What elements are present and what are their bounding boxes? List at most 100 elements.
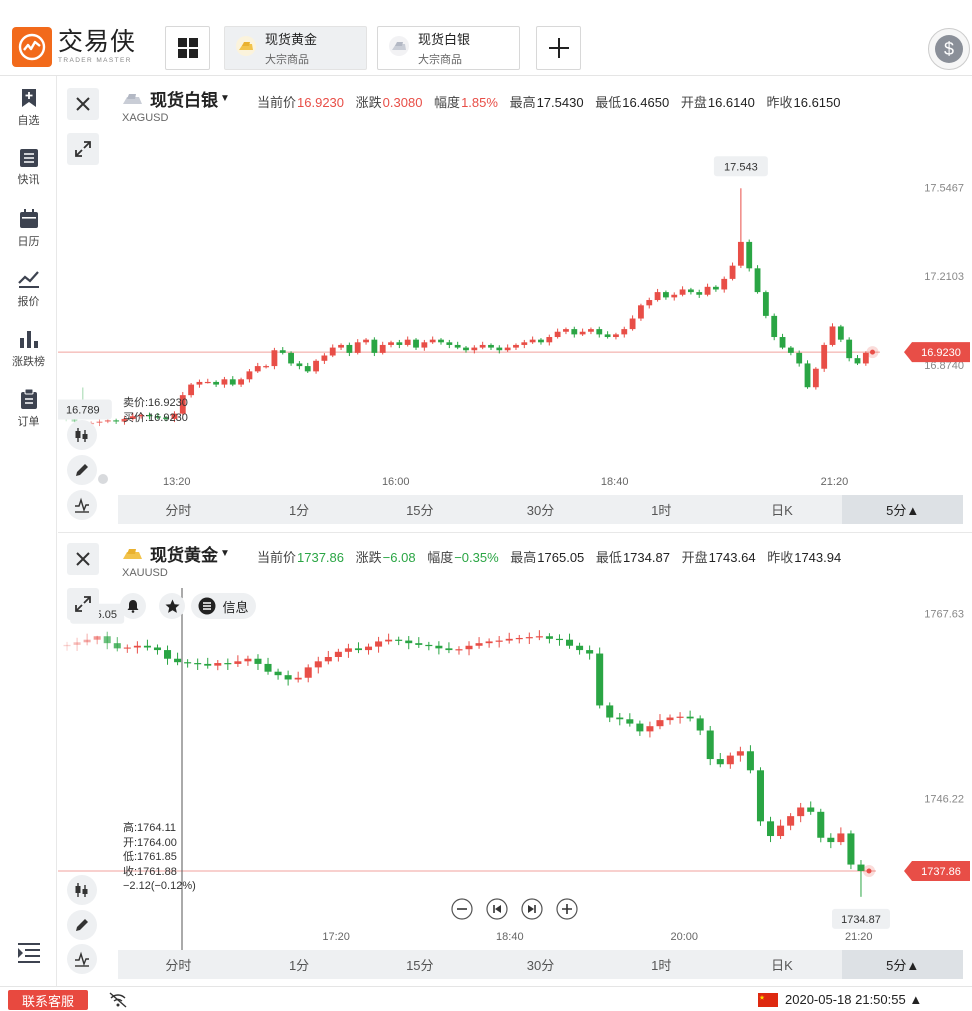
expand-chart-button[interactable] [67, 588, 99, 620]
symbol-code: XAGUSD [122, 112, 169, 124]
currency-button[interactable]: $ [928, 28, 970, 70]
tf-1min[interactable]: 1分 [239, 495, 360, 524]
alert-button[interactable] [120, 593, 146, 619]
silver-bar-icon [123, 93, 142, 104]
grid-menu-button[interactable] [165, 26, 210, 70]
close-chart-button[interactable] [67, 88, 99, 120]
candle-body [471, 347, 478, 351]
sidebar-collapse-button[interactable] [0, 942, 57, 964]
tf-1hour[interactable]: 1时 [601, 950, 722, 979]
close-chart-button[interactable] [67, 543, 99, 575]
candle-body [213, 381, 220, 385]
candle-body [737, 241, 744, 266]
info-button-label: 信息 [222, 599, 249, 615]
expand-chart-button[interactable] [67, 133, 99, 165]
candle-body [445, 648, 453, 651]
silver-chart[interactable]: 17.546717.210316.874013:20 16:00 18:40 21:2… [58, 78, 972, 530]
tf-5min[interactable]: 5分▲ [842, 495, 964, 524]
symbol-selector[interactable]: 现货黄金 ▼ XAUUSD [122, 541, 230, 579]
candle-body [279, 350, 286, 353]
candlestick-icon [75, 428, 88, 442]
candle-body [779, 337, 786, 348]
x-tick-label: 18:40 [496, 931, 524, 943]
tf-5min[interactable]: 5分▲ [842, 950, 964, 979]
candle-body [613, 334, 619, 338]
tab-silver[interactable]: 现货白银 大宗商品 [377, 26, 520, 70]
candle-body [804, 363, 811, 388]
skip-to-start-icon[interactable] [486, 898, 508, 920]
sidebar-item-calendar[interactable]: 日历 [0, 209, 57, 249]
china-flag-icon [758, 992, 778, 1007]
candle-body [654, 292, 661, 301]
indicator-button[interactable] [67, 490, 97, 520]
tab-gold-name: 现货黄金 [265, 32, 318, 47]
favorite-button[interactable] [159, 593, 185, 619]
dollar-icon: $ [935, 35, 963, 63]
add-tab-button[interactable] [536, 26, 581, 70]
tf-daily[interactable]: 日K [722, 495, 843, 524]
app-logo[interactable]: 交易侠 TRADER MASTER [12, 27, 136, 67]
timeframe-bar: 分时 1分 15分 30分 1时 日K 5分▲ [118, 495, 964, 524]
sidebar-item-quotes[interactable]: 报价 [0, 269, 57, 309]
x-tick-label: 20:00 [671, 931, 699, 943]
candlestick-icon [75, 883, 88, 897]
x-tick-label: 21:20 [821, 476, 849, 488]
indicator-button[interactable] [67, 944, 97, 974]
grid-icon [177, 38, 198, 58]
sidebar-item-label: 快讯 [17, 174, 40, 186]
tf-15min[interactable]: 15分 [359, 950, 480, 979]
skip-to-end-icon[interactable] [521, 898, 543, 920]
info-button[interactable]: 信息 [191, 593, 256, 619]
tf-timeshare[interactable]: 分时 [118, 950, 239, 979]
zoom-in-icon[interactable] [556, 898, 578, 920]
quote-strip: 当前价16.9230 涨跌0.3080 幅度1.85% 最高17.5430 最低… [257, 92, 849, 111]
candle-body [686, 716, 694, 719]
min-price-label: 16.789 [66, 404, 100, 416]
tf-1hour[interactable]: 1时 [601, 495, 722, 524]
candle-body [571, 329, 578, 335]
candle-body [174, 658, 182, 663]
indicator-icon [75, 497, 89, 513]
datetime-display[interactable]: 2020‑05‑18 21:50:55 ▲ [758, 992, 922, 1007]
candle-body [194, 663, 202, 665]
quote-percent: 幅度1.85% [434, 95, 498, 110]
candle-body [606, 705, 614, 718]
candle-type-button[interactable] [67, 875, 97, 905]
clipboard-icon [20, 389, 37, 409]
network-status-icon[interactable] [108, 991, 128, 1009]
candle-body [354, 342, 361, 353]
pencil-icon [76, 464, 88, 476]
candle-body [238, 379, 245, 385]
sidebar-item-label: 日历 [17, 236, 40, 248]
bid-ask-info: 卖价:16.9230 买价:16.9230 [123, 396, 188, 425]
draw-tool-button[interactable] [67, 910, 97, 940]
draw-tool-button[interactable] [67, 455, 97, 485]
sidebar-item-orders[interactable]: 订单 [0, 389, 57, 429]
tf-30min[interactable]: 30分 [480, 495, 601, 524]
tf-1min[interactable]: 1分 [239, 950, 360, 979]
tab-gold[interactable]: 现货黄金 大宗商品 [224, 26, 367, 70]
customer-service-button[interactable]: 联系客服 [8, 990, 88, 1010]
candle-body [204, 381, 211, 384]
candle-body [455, 649, 463, 651]
candle-body [271, 350, 278, 367]
candle-body [404, 339, 411, 345]
candle-body [812, 368, 819, 388]
symbol-selector[interactable]: 现货白银 ▼ XAGUSD [122, 86, 230, 124]
tf-daily[interactable]: 日K [722, 950, 843, 979]
candle-body [837, 833, 845, 843]
y-tick-label: 1746.22 [924, 794, 964, 806]
tf-15min[interactable]: 15分 [359, 495, 480, 524]
status-bar: 联系客服 2020‑05‑18 21:50:55 ▲ [0, 986, 972, 1011]
sidebar-item-news[interactable]: 快讯 [0, 149, 57, 187]
candle-body [596, 653, 604, 706]
tf-30min[interactable]: 30分 [480, 950, 601, 979]
candle-body [153, 647, 161, 651]
zoom-out-icon[interactable] [451, 898, 473, 920]
sidebar-item-ranking[interactable]: 涨跌榜 [0, 329, 57, 369]
tf-timeshare[interactable]: 分时 [118, 495, 239, 524]
quote-open: 开盘16.6140 [680, 95, 755, 110]
candle-body [221, 379, 228, 385]
candle-type-button[interactable] [67, 420, 97, 450]
sidebar-item-watchlist[interactable]: 自选 [0, 88, 57, 128]
